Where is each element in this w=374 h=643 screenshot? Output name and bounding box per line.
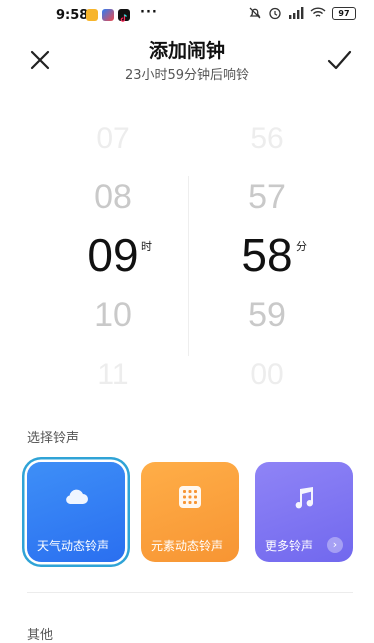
time-picker: 07 08 09 10 11 时 56 57 58 59 00 分 bbox=[0, 118, 374, 398]
hour-option[interactable]: 11 bbox=[43, 358, 183, 392]
chevron-right-icon: › bbox=[327, 537, 343, 553]
confirm-button[interactable] bbox=[324, 46, 354, 74]
ringtone-card-label: 天气动态铃声 bbox=[37, 539, 110, 553]
ring-countdown-subtitle: 23小时59分钟后响铃 bbox=[124, 68, 250, 83]
status-more-indicator: ··· bbox=[140, 5, 158, 20]
minute-unit-label: 分 bbox=[296, 240, 307, 253]
minute-option[interactable]: 59 bbox=[197, 296, 337, 335]
ringtone-section-label: 选择铃声 bbox=[27, 431, 80, 446]
cloud-icon bbox=[66, 489, 88, 504]
music-note-icon bbox=[295, 487, 313, 509]
ringtone-options: 天气动态铃声 元素动态铃声 更多铃声 › bbox=[25, 460, 355, 565]
picker-divider bbox=[188, 176, 189, 356]
ringtone-card-label: 更多铃声 bbox=[265, 539, 314, 553]
hour-option[interactable]: 10 bbox=[43, 296, 183, 335]
other-section-label: 其他 bbox=[27, 628, 54, 643]
ringtone-card-label: 元素动态铃声 bbox=[151, 539, 224, 553]
selected-minute[interactable]: 58 bbox=[197, 228, 337, 282]
mute-icon bbox=[249, 7, 261, 19]
selected-hour[interactable]: 09 bbox=[43, 228, 183, 282]
status-time: 9:58 bbox=[56, 8, 89, 23]
section-divider bbox=[27, 592, 353, 593]
ringtone-card-weather[interactable]: 天气动态铃声 bbox=[27, 462, 125, 562]
status-right-icons: 97 bbox=[248, 6, 356, 20]
hour-option[interactable]: 07 bbox=[43, 122, 183, 156]
status-bar: 9:58 ··· 97 bbox=[0, 0, 374, 28]
header: 添加闹钟 23小时59分钟后响铃 bbox=[0, 28, 374, 90]
ringtone-card-more[interactable]: 更多铃声 › bbox=[255, 462, 353, 562]
signal-icon bbox=[289, 7, 304, 19]
ringtone-card-element[interactable]: 元素动态铃声 bbox=[141, 462, 239, 562]
hour-wheel[interactable]: 07 08 09 10 11 bbox=[43, 118, 183, 398]
battery-icon: 97 bbox=[332, 6, 356, 20]
app-icon-b bbox=[102, 9, 114, 21]
minute-option[interactable]: 57 bbox=[197, 178, 337, 217]
wifi-icon bbox=[310, 7, 326, 17]
alarm-icon bbox=[269, 7, 281, 20]
page-title: 添加闹钟 bbox=[148, 40, 225, 62]
hour-unit-label: 时 bbox=[141, 240, 152, 253]
minute-wheel[interactable]: 56 57 58 59 00 bbox=[197, 118, 337, 398]
tiktok-icon bbox=[118, 9, 130, 22]
check-icon bbox=[327, 50, 352, 70]
hour-option[interactable]: 08 bbox=[43, 178, 183, 217]
app-icon-a bbox=[86, 9, 98, 21]
minute-option[interactable]: 00 bbox=[197, 358, 337, 392]
grid-icon bbox=[179, 486, 201, 508]
minute-option[interactable]: 56 bbox=[197, 122, 337, 156]
